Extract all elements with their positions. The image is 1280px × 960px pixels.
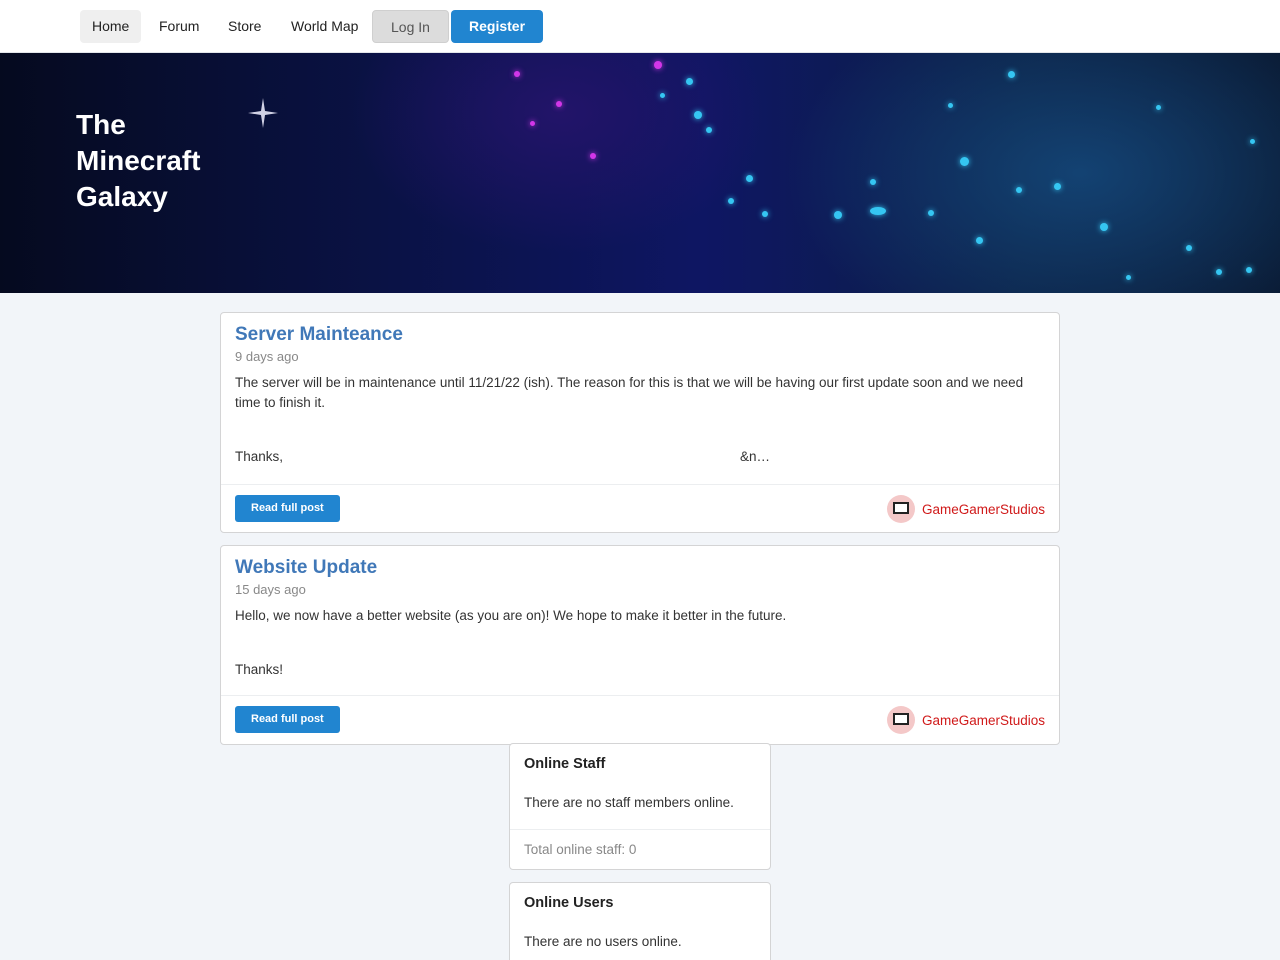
read-full-post-button[interactable]: Read full post	[235, 706, 340, 733]
star	[762, 211, 768, 217]
star	[1100, 223, 1108, 231]
avatar	[886, 495, 915, 523]
hero-banner: The Minecraft Galaxy	[0, 53, 1280, 293]
post-author[interactable]: GameGamerStudios	[886, 705, 1045, 735]
star	[1250, 139, 1255, 144]
read-full-post-button[interactable]: Read full post	[235, 495, 340, 522]
widget-message: There are no users online.	[524, 934, 682, 949]
star	[1216, 269, 1222, 275]
nav-world-map[interactable]: World Map	[279, 10, 370, 43]
nav-home[interactable]: Home	[80, 10, 142, 43]
star	[728, 198, 734, 204]
star	[686, 78, 693, 85]
author-name[interactable]: GameGamerStudios	[922, 713, 1045, 728]
star	[960, 157, 969, 166]
register-button[interactable]: Register	[451, 10, 544, 43]
star	[1016, 187, 1022, 193]
avatar	[886, 706, 915, 734]
star	[834, 211, 842, 219]
star	[1008, 71, 1015, 78]
star	[928, 210, 934, 216]
widget-message: There are no staff members online.	[524, 795, 734, 810]
post-time: 15 days ago	[235, 582, 306, 597]
star	[1186, 245, 1192, 251]
staff-total: Total online staff: 0	[510, 829, 770, 869]
post-closing: Thanks!	[235, 662, 284, 677]
login-button[interactable]: Log In	[372, 10, 449, 43]
star	[746, 175, 753, 182]
widget-title: Online Staff	[524, 756, 606, 772]
top-navbar: Home Forum Store World Map Log In Regist…	[0, 0, 1280, 53]
post-truncation: &n…	[740, 449, 771, 464]
post-body: The server will be in maintenance until …	[235, 375, 1024, 410]
post-footer: Read full post GameGamerStudios	[221, 695, 1059, 744]
post-time: 9 days ago	[235, 349, 299, 364]
star	[654, 61, 662, 69]
post-footer: Read full post GameGamerStudios	[221, 484, 1059, 533]
post-title[interactable]: Website Update	[235, 557, 377, 579]
star	[1126, 275, 1131, 280]
post-closing: Thanks,	[235, 449, 284, 464]
star	[976, 237, 983, 244]
star	[1054, 183, 1061, 190]
star	[1156, 105, 1161, 110]
star	[530, 121, 535, 126]
news-post: Server Mainteance 9 days ago The server …	[220, 312, 1060, 533]
online-users-widget: Online Users There are no users online.	[509, 882, 771, 960]
news-post: Website Update 15 days ago Hello, we now…	[220, 545, 1060, 745]
star	[870, 207, 886, 215]
star	[660, 93, 665, 98]
author-name[interactable]: GameGamerStudios	[922, 502, 1045, 517]
post-author[interactable]: GameGamerStudios	[886, 494, 1045, 524]
nav-store[interactable]: Store	[216, 10, 273, 43]
star	[1246, 267, 1252, 273]
star	[706, 127, 712, 133]
star	[514, 71, 520, 77]
star	[556, 101, 562, 107]
star	[590, 153, 596, 159]
online-staff-widget: Online Staff There are no staff members …	[509, 743, 771, 870]
site-title: The Minecraft Galaxy	[76, 109, 201, 212]
nav-forum[interactable]: Forum	[147, 10, 211, 43]
star	[948, 103, 953, 108]
star	[694, 111, 702, 119]
post-body: Hello, we now have a better website (as …	[235, 608, 787, 623]
widget-title: Online Users	[524, 895, 614, 911]
star	[870, 179, 876, 185]
post-title[interactable]: Server Mainteance	[235, 324, 403, 346]
